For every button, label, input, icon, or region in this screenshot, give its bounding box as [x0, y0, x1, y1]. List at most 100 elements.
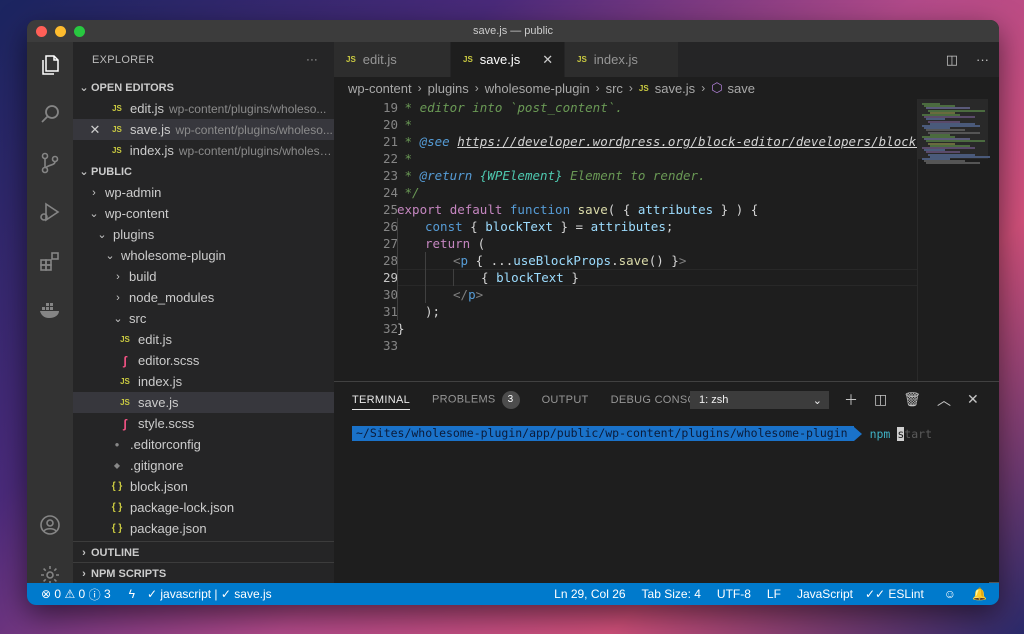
- warning-icon: ⚠: [64, 587, 76, 601]
- zoom-window-button[interactable]: [74, 26, 85, 37]
- outline-header[interactable]: › OUTLINE: [73, 541, 334, 563]
- editor-area: JS edit.js JS save.js ✕ JS index.js ◫ ··…: [334, 42, 999, 605]
- tree-folder[interactable]: › build: [73, 266, 334, 287]
- open-editor-item[interactable]: ✕ JS save.js wp-content/plugins/wholeso.…: [73, 119, 334, 140]
- editor-tabs: JS edit.js JS save.js ✕ JS index.js ◫ ··…: [334, 42, 999, 77]
- npm-scripts-header[interactable]: › NPM SCRIPTS: [73, 562, 334, 583]
- docker-icon[interactable]: [37, 297, 63, 323]
- code-line[interactable]: 23 * @return {WPElement} Element to rend…: [334, 167, 917, 184]
- tree-file[interactable]: JS edit.js: [73, 329, 334, 350]
- tree-file[interactable]: { } block.json: [73, 476, 334, 497]
- tree-file[interactable]: ʃ editor.scss: [73, 350, 334, 371]
- code-editor[interactable]: 19 * editor into `post_content`. 20 * 21 *…: [334, 99, 917, 381]
- code-line[interactable]: 24 */: [334, 184, 917, 201]
- tree-file[interactable]: { } package.json: [73, 518, 334, 539]
- tab-edit-js[interactable]: JS edit.js: [334, 42, 451, 77]
- notifications-bell-icon[interactable]: 🔔: [966, 583, 999, 605]
- js-file-icon: JS: [577, 55, 587, 64]
- open-editor-item[interactable]: JS edit.js wp-content/plugins/wholeso...: [73, 98, 334, 119]
- breadcrumb-item[interactable]: wholesome-plugin: [485, 81, 590, 96]
- split-terminal-icon[interactable]: ◫: [874, 391, 887, 408]
- minimap[interactable]: [917, 99, 999, 381]
- terminal-prompt-line[interactable]: ~/Sites/wholesome-plugin/app/public/wp-c…: [352, 426, 932, 441]
- code-line[interactable]: 20 *: [334, 116, 917, 133]
- close-window-button[interactable]: [36, 26, 47, 37]
- extensions-icon[interactable]: [37, 248, 63, 274]
- line-number: 31: [382, 304, 398, 319]
- account-icon[interactable]: [37, 512, 63, 538]
- code-line[interactable]: 25 export default function save( { attrib…: [334, 201, 917, 218]
- more-actions-icon[interactable]: ···: [976, 52, 989, 67]
- line-number: 30: [382, 287, 398, 302]
- tree-file[interactable]: ● .editorconfig: [73, 434, 334, 455]
- tab-terminal[interactable]: TERMINAL: [352, 394, 411, 410]
- code-line[interactable]: 28 <p { ...useBlockProps.save() }>: [334, 252, 917, 269]
- feedback-icon[interactable]: ☺: [938, 583, 962, 605]
- minimize-window-button[interactable]: [55, 26, 66, 37]
- tree-file[interactable]: ʃ style.scss: [73, 413, 334, 434]
- cursor-position[interactable]: Ln 29, Col 26: [548, 583, 631, 605]
- breadcrumb-item[interactable]: save.js: [655, 81, 695, 96]
- lightning-icon[interactable]: ϟ: [123, 583, 141, 605]
- terminal-select[interactable]: 1: zsh ⌄: [690, 391, 829, 409]
- split-editor-icon[interactable]: ◫: [946, 52, 958, 68]
- indent-guide: [397, 303, 398, 320]
- folder-header[interactable]: ⌄ PUBLIC: [73, 161, 334, 182]
- close-tab-icon[interactable]: ✕: [542, 52, 553, 68]
- chevron-right-icon: ›: [116, 270, 120, 283]
- problems-count-badge: 3: [501, 390, 520, 409]
- code-line[interactable]: 27 return (: [334, 235, 917, 252]
- breadcrumb-item[interactable]: save: [728, 81, 755, 96]
- trash-icon[interactable]: 🗑: [903, 391, 921, 408]
- run-debug-icon[interactable]: [37, 199, 63, 225]
- tree-folder[interactable]: ⌄ plugins: [73, 224, 334, 245]
- close-icon[interactable]: ✕: [87, 122, 103, 138]
- open-editor-item[interactable]: JS index.js wp-content/plugins/wholeso..…: [73, 140, 334, 161]
- tab-problems[interactable]: PROBLEMS 3: [432, 390, 520, 409]
- new-terminal-icon[interactable]: ＋: [844, 390, 858, 410]
- tab-output[interactable]: OUTPUT: [542, 394, 589, 406]
- tree-folder[interactable]: ⌄ src: [73, 308, 334, 329]
- tree-file[interactable]: ◆ .gitignore: [73, 455, 334, 476]
- more-actions-icon[interactable]: ···: [306, 54, 318, 66]
- code-line[interactable]: 22 *: [334, 150, 917, 167]
- tree-file[interactable]: { } package-lock.json: [73, 497, 334, 518]
- code-line[interactable]: 19 * editor into `post_content`.: [334, 99, 917, 116]
- tab-size[interactable]: Tab Size: 4: [636, 583, 707, 605]
- eslint-status[interactable]: ✓✓ ESLint: [859, 583, 930, 605]
- panel-actions: ＋ ◫ 🗑 ︿ ✕: [844, 382, 979, 417]
- code-line[interactable]: 30 </p>: [334, 286, 917, 303]
- tree-folder[interactable]: › wp-admin: [73, 182, 334, 203]
- encoding[interactable]: UTF-8: [711, 583, 757, 605]
- js-file-icon: JS: [112, 104, 122, 113]
- files-icon[interactable]: [37, 52, 63, 78]
- breadcrumb-item[interactable]: plugins: [428, 81, 469, 96]
- open-editors-header[interactable]: ⌄ OPEN EDITORS: [73, 77, 334, 98]
- breadcrumb-item[interactable]: src: [606, 81, 623, 96]
- close-panel-icon[interactable]: ✕: [967, 391, 979, 408]
- chevron-down-icon: ⌄: [79, 166, 89, 178]
- tree-folder[interactable]: › node_modules: [73, 287, 334, 308]
- tab-save-js[interactable]: JS save.js ✕: [451, 42, 565, 77]
- lint-status[interactable]: ✓ javascript | ✓ save.js: [141, 583, 278, 605]
- code-line[interactable]: 31);: [334, 303, 917, 320]
- line-endings[interactable]: LF: [761, 583, 787, 605]
- tree-file[interactable]: JS index.js: [73, 371, 334, 392]
- problems-status[interactable]: ⊗ 0 ⚠ 0 ⓘ 3: [27, 583, 117, 605]
- code-line[interactable]: 29 { blockText }: [334, 269, 917, 286]
- code-line[interactable]: 33: [334, 337, 917, 354]
- tree-folder[interactable]: ⌄ wp-content: [73, 203, 334, 224]
- code-line[interactable]: 32}: [334, 320, 917, 337]
- code-line[interactable]: 26 const { blockText } = attributes;: [334, 218, 917, 235]
- source-control-icon[interactable]: [37, 150, 63, 176]
- check-icon: ✓: [146, 587, 158, 601]
- tab-index-js[interactable]: JS index.js: [565, 42, 679, 77]
- search-icon[interactable]: [37, 101, 63, 127]
- tree-file-selected[interactable]: JS save.js: [73, 392, 334, 413]
- language-mode[interactable]: JavaScript: [791, 583, 859, 605]
- tree-folder[interactable]: ⌄ wholesome-plugin: [73, 245, 334, 266]
- code-line[interactable]: 21 * @see https://developer.wordpress.or…: [334, 133, 917, 150]
- maximize-panel-icon[interactable]: ︿: [937, 390, 951, 410]
- indent-guide: [397, 235, 398, 252]
- breadcrumb-item[interactable]: wp-content: [348, 81, 412, 96]
